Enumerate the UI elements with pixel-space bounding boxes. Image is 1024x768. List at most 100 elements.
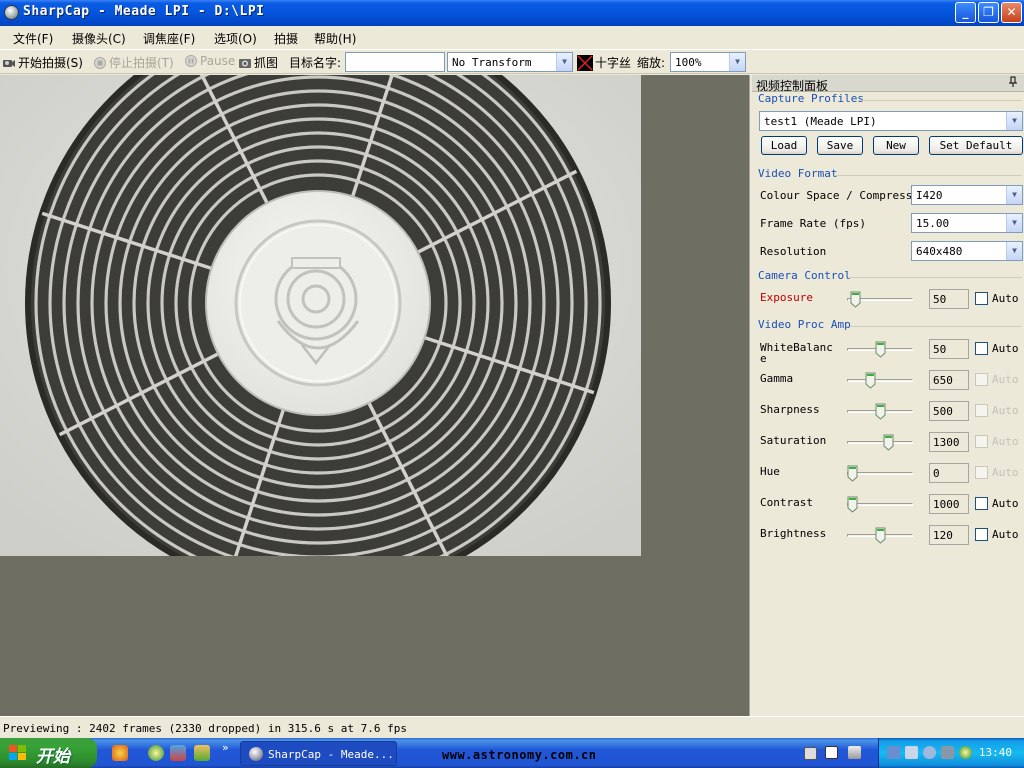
auto-checkbox[interactable] [975,497,988,510]
chevron-down-icon[interactable]: ▼ [556,53,572,71]
frame-rate-select[interactable]: 15.00 ▼ [911,213,1023,233]
toolbar: 开始拍摄(S) 停止拍摄(T) Pause 抓图 目标名字: No Transf… [0,49,1024,74]
video-format-heading: Video Format [758,167,838,180]
system-tray: 13:40 [878,738,1024,768]
slider-value[interactable]: 1000 [929,494,969,514]
quicklaunch-picture-icon[interactable] [170,745,186,761]
slider-value[interactable]: 50 [929,289,969,309]
snapshot-label: 抓图 [254,56,279,70]
auto-checkbox[interactable] [975,292,988,305]
pin-icon[interactable] [1008,76,1018,88]
minimize-button[interactable]: _ [955,2,976,23]
save-profile-button[interactable]: Save [817,136,863,155]
slider-label: Hue [760,465,780,478]
transform-select[interactable]: No Transform ▼ [447,52,573,72]
auto-label: Auto [992,497,1019,510]
auto-checkbox[interactable] [975,404,988,417]
tray-add-icon[interactable] [959,746,972,759]
sharpcap-window: SharpCap - Meade LPI - D:\LPI _ ❐ ✕ 文件(F… [0,0,1024,768]
crosshair-toggle[interactable]: 十字丝 [577,54,631,71]
fan-grille-image [0,75,641,556]
auto-checkbox[interactable] [975,435,988,448]
auto-checkbox[interactable] [975,342,988,355]
menu-file[interactable]: 文件(F) [13,30,53,47]
status-text: Previewing : 2402 frames (2330 dropped) … [3,722,407,735]
crosshair-label: 十字丝 [595,56,632,70]
profile-value: test1 (Meade LPI) [764,115,877,128]
chevron-down-icon[interactable]: ▼ [1006,242,1022,260]
slider-label: Contrast [760,496,813,509]
app-icon[interactable] [4,5,19,20]
quicklaunch-icon-1[interactable] [112,745,128,761]
menu-options[interactable]: 选项(O) [214,30,257,47]
slider-value[interactable]: 650 [929,370,969,390]
slider-value[interactable]: 50 [929,339,969,359]
slider-thumb[interactable] [850,291,861,308]
auto-checkbox[interactable] [975,528,988,541]
slider-thumb[interactable] [875,341,886,358]
transform-value: No Transform [452,56,532,69]
auto-label: Auto [992,292,1019,305]
quicklaunch-user-icon[interactable] [194,745,210,761]
menu-capture[interactable]: 拍摄 [274,30,298,47]
start-button[interactable]: 开始 [0,738,97,768]
chevron-down-icon[interactable]: ▼ [729,53,745,71]
start-capture-button[interactable]: 开始拍摄(S) [2,54,83,71]
chevron-down-icon[interactable]: ▼ [1006,186,1022,204]
zoom-value: 100% [675,56,702,69]
keyboard-icon[interactable] [804,747,817,760]
windows-flag-icon [9,745,26,760]
slider-thumb[interactable] [847,465,858,482]
resolution-select[interactable]: 640x480 ▼ [911,241,1023,261]
slider-track[interactable] [847,441,913,444]
tray-icon-4[interactable] [941,746,954,759]
quicklaunch-more[interactable]: » [222,741,229,754]
chevron-down-icon[interactable]: ▼ [1006,214,1022,232]
slider-thumb[interactable] [875,527,886,544]
slider-value[interactable]: 1300 [929,432,969,452]
auto-checkbox[interactable] [975,466,988,479]
taskbar-item-sharpcap[interactable]: SharpCap - Meade... [240,741,397,766]
slider-value[interactable]: 0 [929,463,969,483]
auto-label: Auto [992,528,1019,541]
pause-button[interactable]: Pause [184,54,235,68]
auto-label: Auto [992,342,1019,355]
slider-value[interactable]: 120 [929,525,969,545]
new-profile-button[interactable]: New [873,136,919,155]
auto-checkbox[interactable] [975,373,988,386]
tray-icon-2[interactable] [905,746,918,759]
volume-icon[interactable] [923,746,936,759]
slider-thumb[interactable] [847,496,858,513]
profile-select[interactable]: test1 (Meade LPI) ▼ [759,111,1023,131]
colour-space-label: Colour Space / Compressio [760,189,926,202]
set-default-button[interactable]: Set Default [929,136,1023,155]
preview-area[interactable] [0,75,749,716]
video-control-panel: 视频控制面板 Capture Profiles test1 (Meade LPI… [752,75,1024,716]
slider-value[interactable]: 500 [929,401,969,421]
language-bar-icon[interactable] [848,746,861,759]
slider-label: WhiteBalanc e [760,341,833,365]
slider-thumb[interactable] [883,434,894,451]
zoom-select[interactable]: 100% ▼ [670,52,746,72]
maximize-button[interactable]: ❐ [978,2,999,23]
snapshot-button[interactable]: 抓图 [238,54,278,71]
network-icon[interactable] [887,746,900,759]
colour-space-select[interactable]: I420 ▼ [911,185,1023,205]
quicklaunch-add-icon[interactable] [148,745,164,761]
menu-focuser[interactable]: 调焦座(F) [143,30,195,47]
target-name-input[interactable] [345,52,445,72]
chevron-down-icon[interactable]: ▼ [1006,112,1022,130]
divider [850,326,1022,327]
load-profile-button[interactable]: Load [761,136,807,155]
start-capture-label: 开始拍摄(S) [18,56,83,70]
menu-help[interactable]: 帮助(H) [314,30,356,47]
menu-camera[interactable]: 摄像头(C) [72,30,126,47]
slider-track[interactable] [847,379,913,382]
help-icon[interactable] [825,746,838,759]
slider-thumb[interactable] [875,403,886,420]
slider-thumb[interactable] [865,372,876,389]
stop-capture-button[interactable]: 停止拍摄(T) [93,54,174,71]
divider [850,277,1022,278]
title-bar[interactable]: SharpCap - Meade LPI - D:\LPI _ ❐ ✕ [0,0,1024,26]
close-button[interactable]: ✕ [1001,2,1022,23]
